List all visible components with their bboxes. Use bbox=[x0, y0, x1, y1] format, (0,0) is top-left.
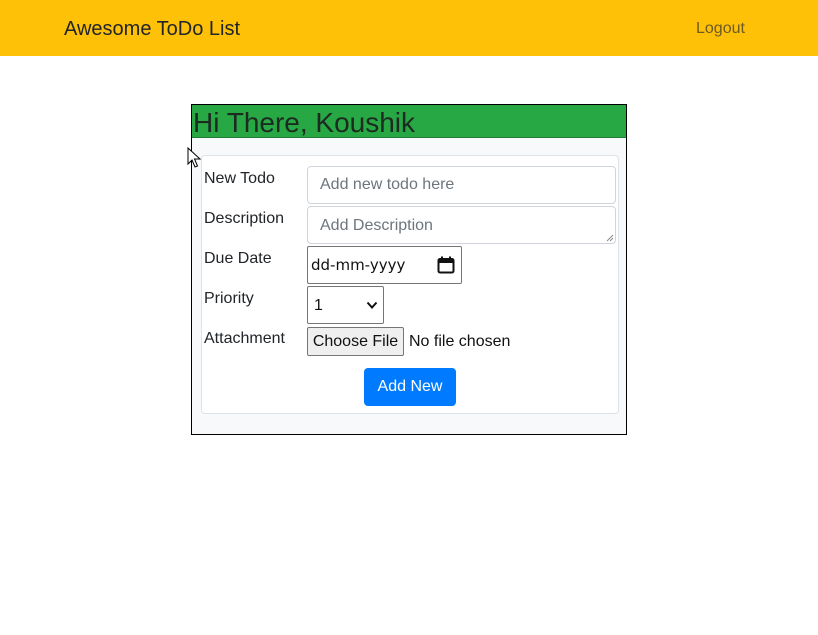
navbar: Awesome ToDo List Logout bbox=[0, 0, 818, 56]
brand-title[interactable]: Awesome ToDo List bbox=[64, 16, 240, 42]
logout-link[interactable]: Logout bbox=[696, 19, 745, 39]
priority-label: Priority bbox=[204, 290, 254, 307]
new-todo-label: New Todo bbox=[204, 170, 275, 187]
priority-select[interactable]: 1 bbox=[307, 286, 384, 324]
priority-value: 1 bbox=[314, 297, 323, 314]
greeting-heading: Hi There, Koushik bbox=[192, 105, 626, 138]
file-status-text: No file chosen bbox=[409, 333, 511, 350]
todo-card: Hi There, Koushik New Todo Description D… bbox=[191, 104, 627, 435]
new-todo-form: New Todo Description Due Date dd-mm-yyyy… bbox=[201, 155, 619, 414]
due-date-value: dd-mm-yyyy bbox=[311, 256, 406, 274]
description-label: Description bbox=[204, 210, 285, 227]
chevron-down-icon bbox=[366, 301, 378, 309]
add-new-button[interactable]: Add New bbox=[364, 368, 456, 406]
calendar-icon[interactable] bbox=[437, 256, 455, 274]
attachment-label: Attachment bbox=[204, 330, 285, 347]
new-todo-input[interactable] bbox=[307, 166, 616, 204]
description-textarea[interactable] bbox=[307, 206, 616, 244]
mouse-pointer-icon bbox=[187, 147, 201, 168]
choose-file-button[interactable]: Choose File bbox=[307, 327, 404, 356]
due-date-input[interactable]: dd-mm-yyyy bbox=[307, 246, 462, 284]
due-date-label: Due Date bbox=[204, 250, 272, 267]
